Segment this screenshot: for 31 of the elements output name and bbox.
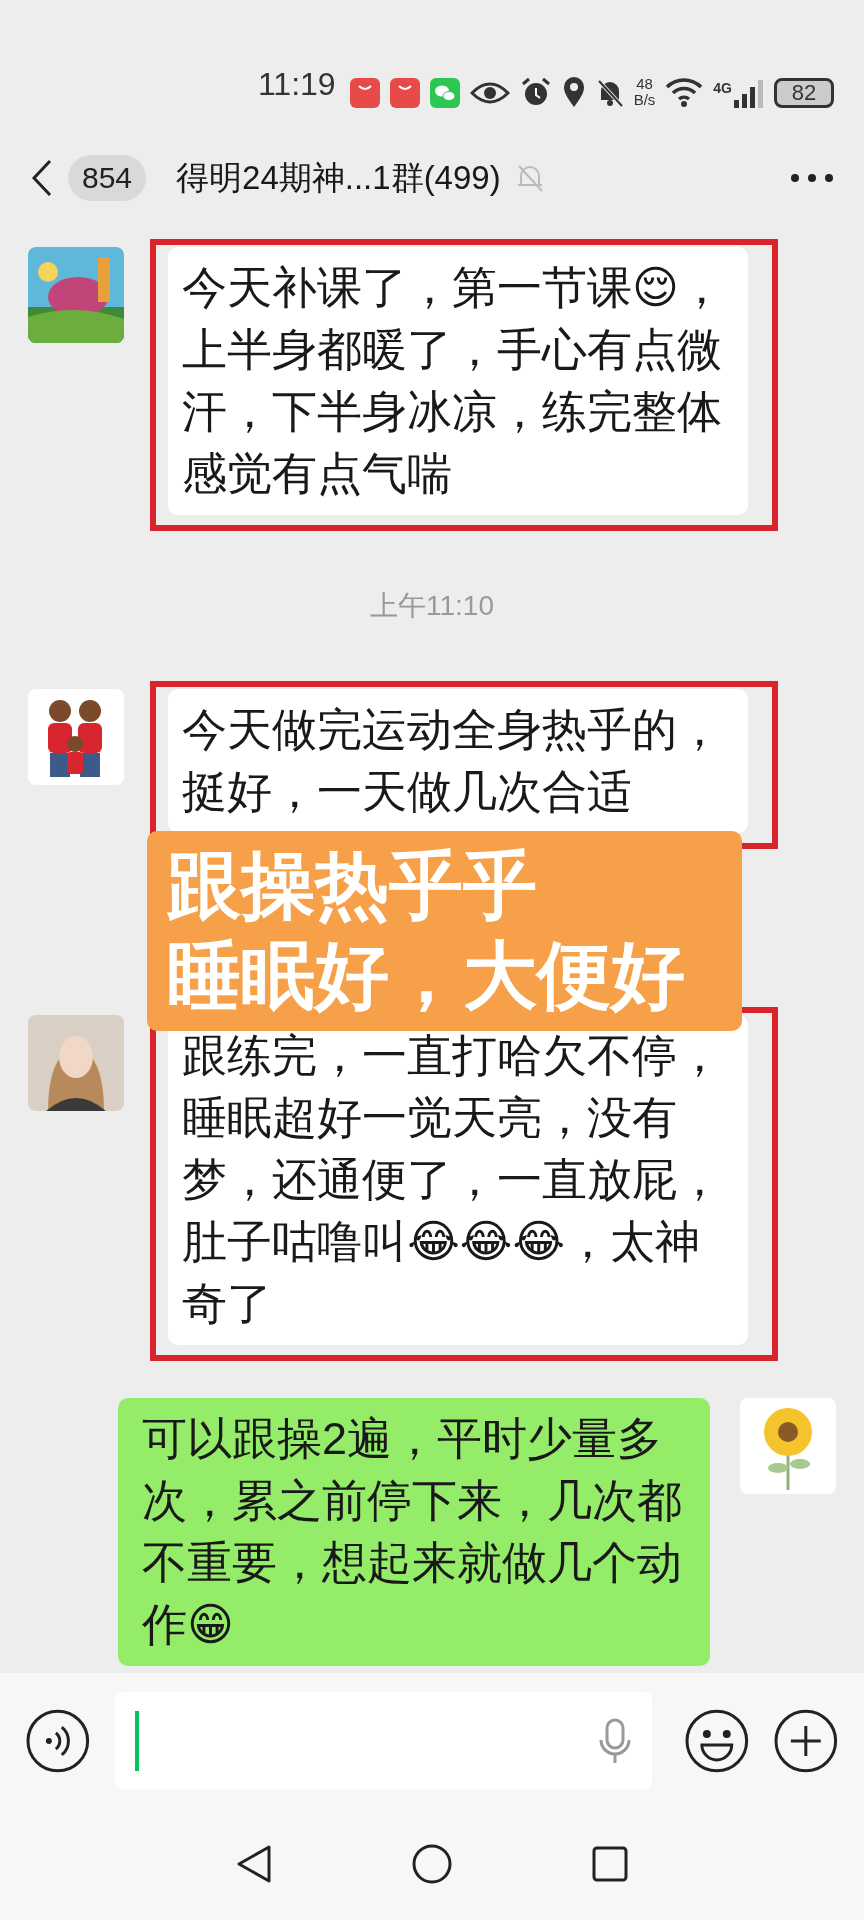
signal-icon bbox=[734, 78, 764, 108]
message-bubble: 跟练完，一直打哈欠不停，睡眠超好一觉天亮，没有梦，还通便了，一直放屁，肚子咕噜叫😂😂😂，太神奇了 bbox=[168, 1015, 748, 1345]
network-type: 4G bbox=[713, 79, 732, 98]
recents-nav-icon[interactable] bbox=[592, 1846, 628, 1882]
message-bubble: 今天补课了，第一节课😌，上半身都暖了，手心有点微汗，下半身冰凉，练完整体感觉有点气喘 bbox=[168, 247, 748, 515]
more-icon[interactable] bbox=[790, 172, 834, 183]
message-input-field[interactable] bbox=[114, 1692, 652, 1789]
chat-title: 得明24期神...1群(499) bbox=[176, 157, 501, 198]
wifi-icon bbox=[665, 76, 704, 108]
caption-text: 跟操热乎乎 bbox=[167, 843, 537, 929]
voice-input-icon[interactable] bbox=[25, 1707, 91, 1774]
message-bubble: 可以跟操2遍，平时少量多次，累之前停下来，几次都不重要，想起来就做几个动作😁 bbox=[118, 1398, 710, 1666]
message-bubble: 今天做完运动全身热乎的，挺好，一天做几次合适 bbox=[168, 689, 748, 833]
message-timestamp: 上午11:10 bbox=[370, 589, 494, 623]
status-time: 11:19 bbox=[257, 65, 336, 104]
app-icon bbox=[389, 78, 420, 108]
back-icon[interactable] bbox=[30, 157, 54, 198]
emoji-icon[interactable] bbox=[683, 1707, 750, 1774]
app-icon bbox=[349, 78, 380, 108]
bell-off-icon bbox=[595, 78, 624, 108]
home-nav-icon[interactable] bbox=[412, 1844, 452, 1884]
chat-app-icon bbox=[429, 78, 460, 108]
back-nav-icon[interactable] bbox=[236, 1844, 272, 1884]
network-speed: 48 bbox=[636, 76, 653, 92]
add-icon[interactable] bbox=[773, 1707, 839, 1774]
microphone-icon[interactable] bbox=[597, 1717, 632, 1764]
network-speed-unit: B/s bbox=[633, 92, 656, 108]
battery-indicator: 82 bbox=[774, 78, 834, 108]
location-icon bbox=[561, 76, 586, 108]
alarm-icon bbox=[519, 76, 552, 108]
unread-count-badge: 854 bbox=[68, 154, 147, 201]
